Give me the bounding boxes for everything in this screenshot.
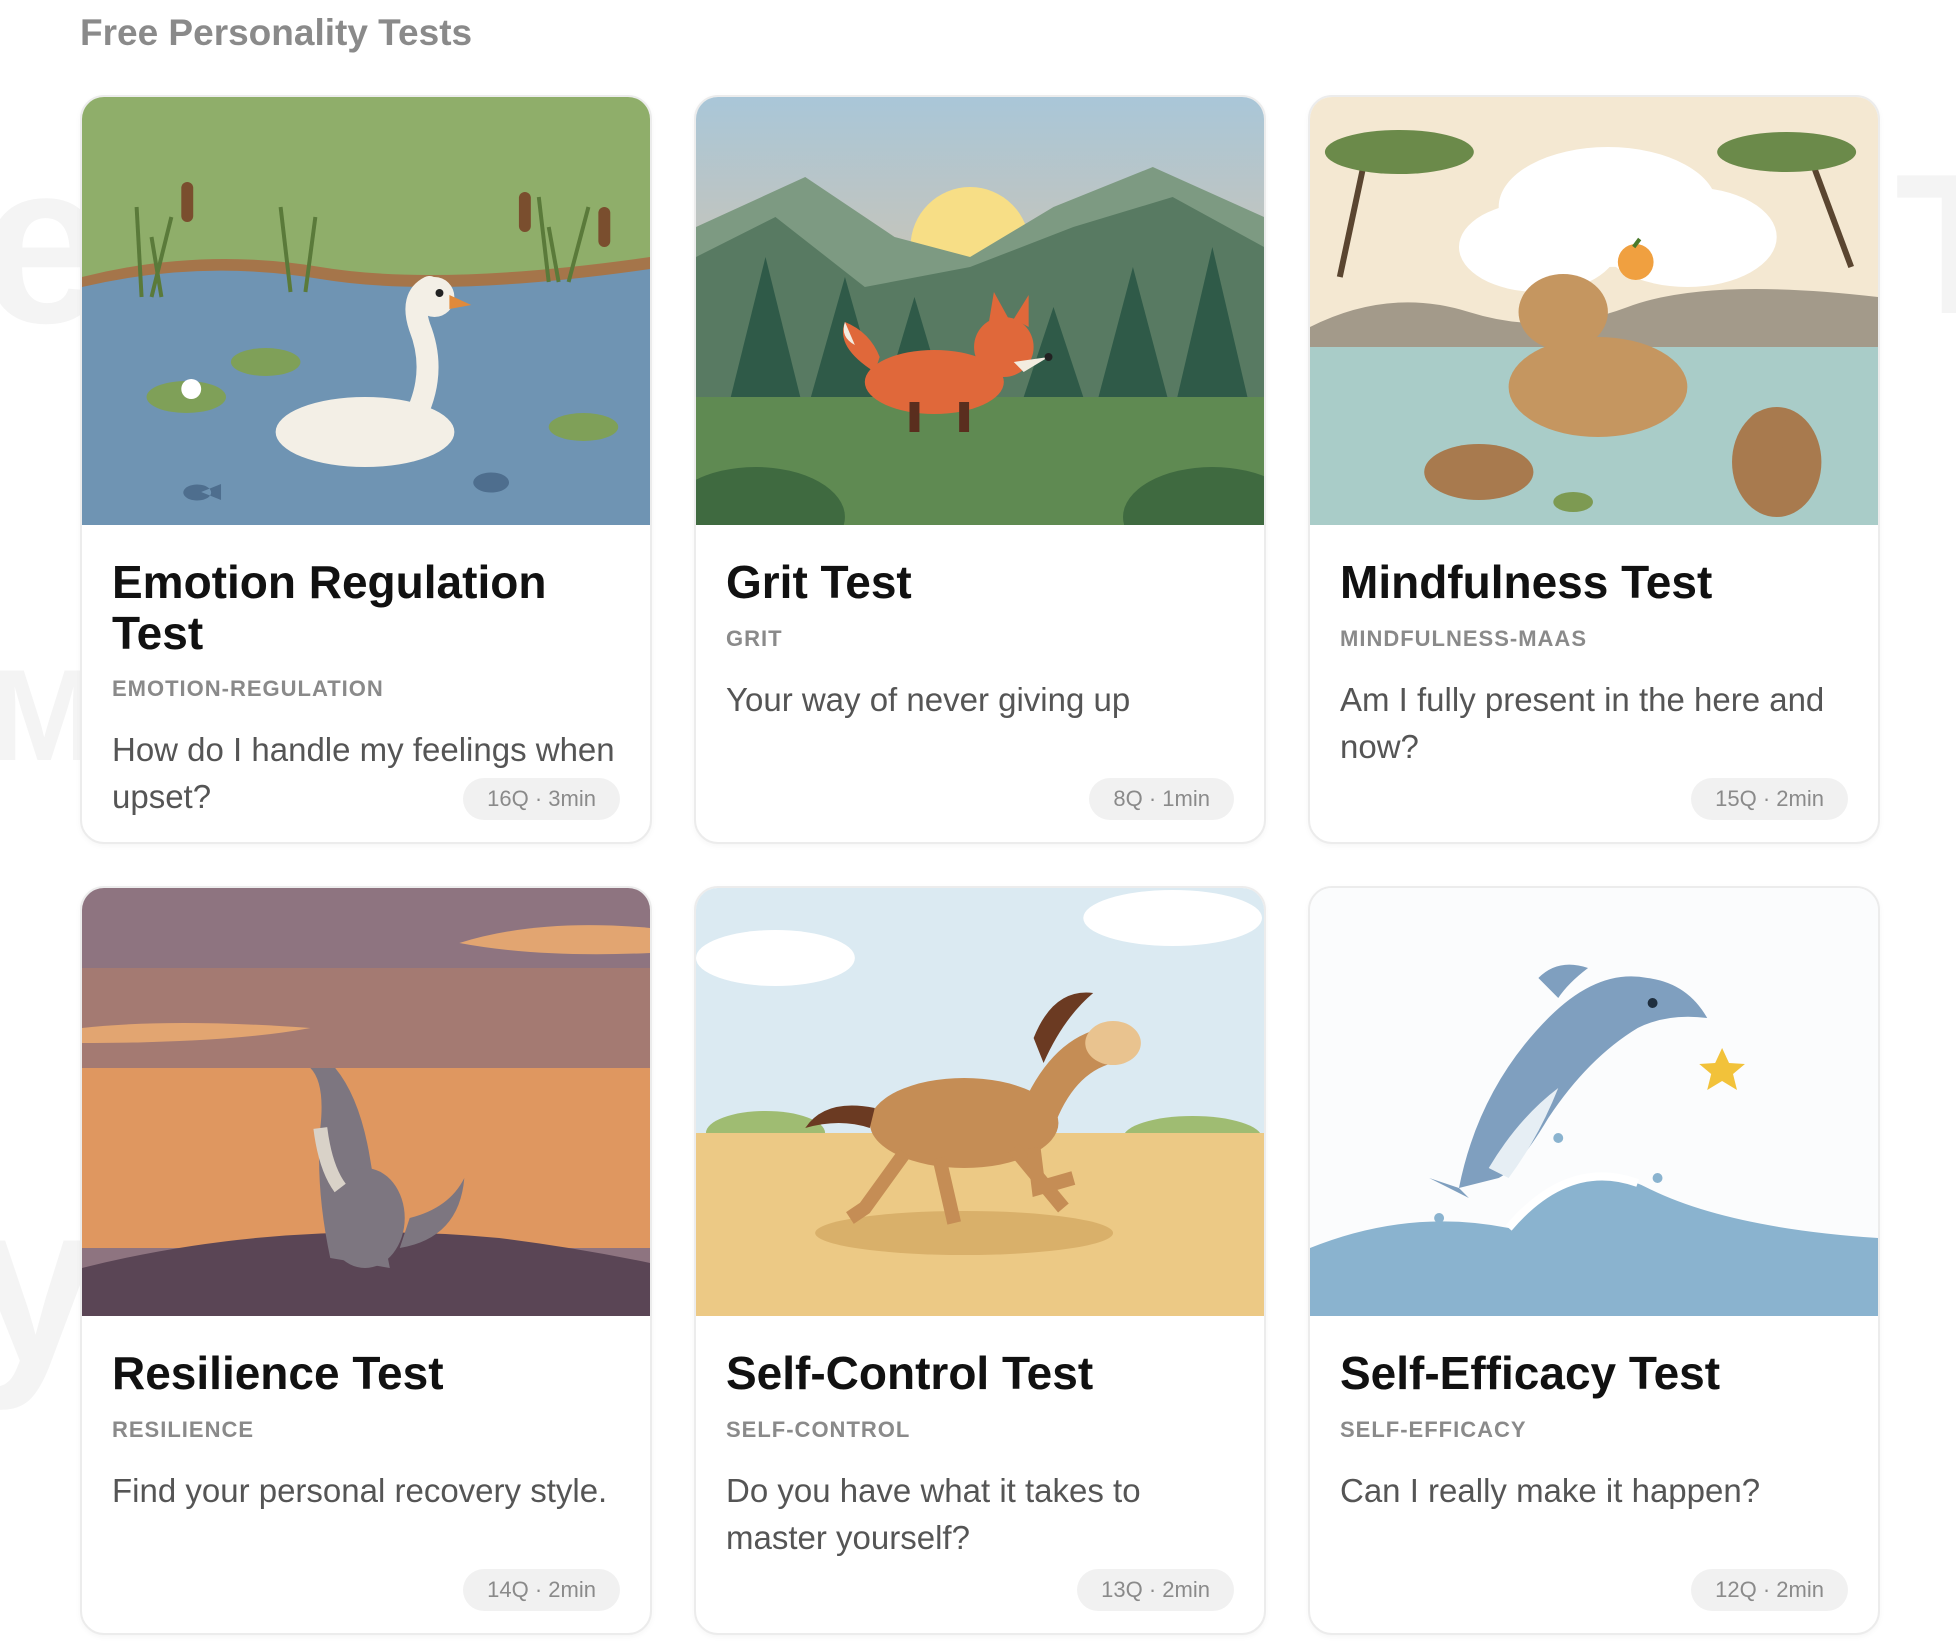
card-title: Emotion Regulation Test bbox=[112, 556, 547, 659]
howling-wolf-illustration bbox=[82, 888, 650, 1316]
card-description: Find your personal recovery style. bbox=[112, 1471, 608, 1509]
galloping-horse-illustration bbox=[696, 888, 1264, 1316]
section-title: Free Personality Tests bbox=[80, 12, 473, 53]
question-count-duration-badge: 13Q · 2min bbox=[1077, 1569, 1234, 1611]
card-slug: GRIT bbox=[726, 625, 783, 651]
test-card-emotion-regulation[interactable]: Emotion Regulation Test EMOTION-REGULATI… bbox=[80, 95, 652, 844]
question-count-duration-badge: 16Q · 3min bbox=[463, 778, 620, 820]
background-watermark: T bbox=[1895, 130, 1956, 360]
question-count-duration-badge: 8Q · 1min bbox=[1089, 778, 1234, 820]
card-slug: EMOTION-REGULATION bbox=[112, 676, 384, 702]
test-card-grit[interactable]: Grit Test GRIT Your way of never giving … bbox=[694, 95, 1266, 844]
capybara-river-illustration bbox=[1310, 97, 1878, 525]
test-card-resilience[interactable]: Resilience Test RESILIENCE Find your per… bbox=[80, 886, 652, 1635]
dolphin-wave-illustration bbox=[1310, 888, 1878, 1316]
card-description: Can I really make it happen? bbox=[1340, 1471, 1761, 1509]
card-description: Do you have what it takes to master your… bbox=[726, 1471, 1141, 1556]
card-slug: RESILIENCE bbox=[112, 1416, 255, 1442]
card-title: Mindfulness Test bbox=[1340, 556, 1713, 608]
card-title: Grit Test bbox=[726, 556, 912, 608]
question-count-duration-badge: 14Q · 2min bbox=[463, 1569, 620, 1611]
test-card-self-efficacy[interactable]: Self-Efficacy Test SELF-EFFICACY Can I r… bbox=[1308, 886, 1880, 1635]
card-description: Am I fully present in the here and now? bbox=[1340, 680, 1825, 765]
test-card-mindfulness[interactable]: Mindfulness Test MINDFULNESS-MAAS Am I f… bbox=[1308, 95, 1880, 844]
card-slug: SELF-CONTROL bbox=[726, 1416, 911, 1442]
question-count-duration-badge: 12Q · 2min bbox=[1691, 1569, 1848, 1611]
card-description: Your way of never giving up bbox=[726, 680, 1131, 718]
question-count-duration-badge: 15Q · 2min bbox=[1691, 778, 1848, 820]
test-card-self-control[interactable]: Self-Control Test SELF-CONTROL Do you ha… bbox=[694, 886, 1266, 1635]
swan-pond-illustration bbox=[82, 97, 650, 525]
test-card-grid: Emotion Regulation Test EMOTION-REGULATI… bbox=[80, 95, 1880, 1635]
card-slug: MINDFULNESS-MAAS bbox=[1340, 625, 1587, 651]
card-title: Self-Control Test bbox=[726, 1347, 1094, 1399]
card-slug: SELF-EFFICACY bbox=[1340, 1416, 1527, 1442]
card-title: Self-Efficacy Test bbox=[1340, 1347, 1721, 1399]
card-title: Resilience Test bbox=[112, 1347, 444, 1399]
fox-forest-illustration bbox=[696, 97, 1264, 525]
